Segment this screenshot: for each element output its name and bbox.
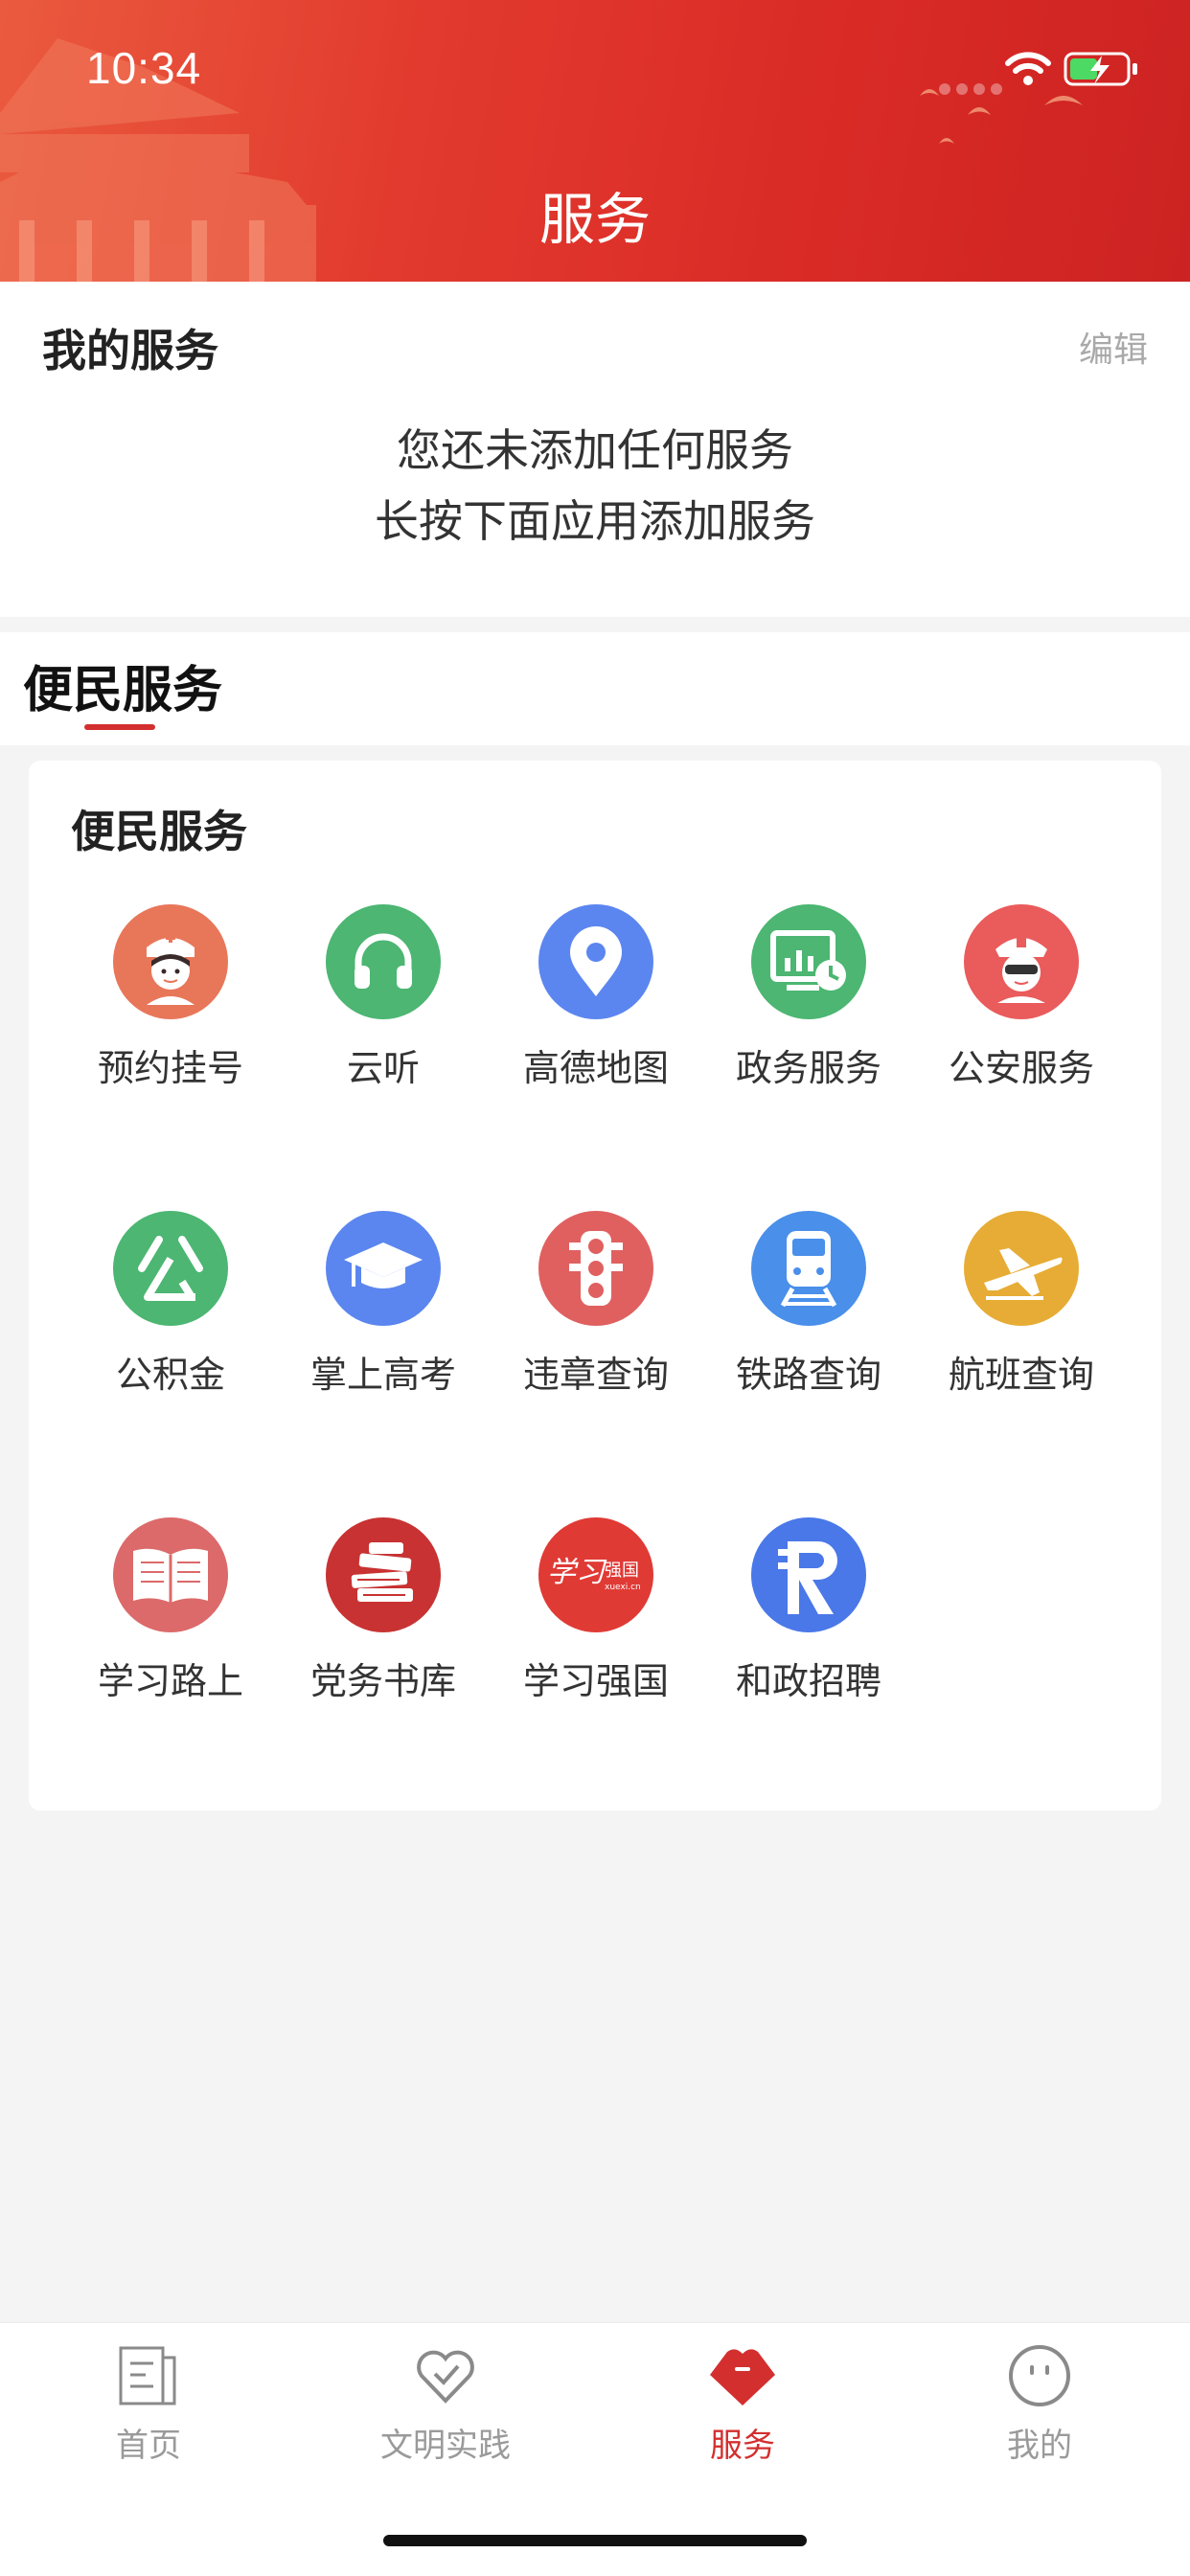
traffic-light-icon [538,1211,653,1326]
status-time: 10:34 [86,43,202,93]
airplane-icon [964,1211,1079,1326]
police-icon [964,904,1079,1019]
tab-civilization-practice[interactable]: 文明实践 [297,2338,594,2466]
nurse-icon [113,904,228,1019]
service-party-library-button[interactable]: 党务书库 [277,1517,490,1704]
empty-state-line2: 长按下面应用添加服务 [375,495,815,547]
service-label: 和政招聘 [735,1660,881,1702]
page-dots-indicator [939,80,1008,99]
my-services-panel: 我的服务 编辑 您还未添加任何服务 长按下面应用添加服务 [0,282,1190,617]
service-government-button[interactable]: 政务服务 [702,904,915,1091]
svg-text:强国: 强国 [605,1561,639,1581]
section-tab-bar: 便民服务 [0,632,1190,745]
card-title: 便民服务 [71,806,247,857]
services-card: 便民服务 预约挂号 云听 高德地图 政务服务 公安服务 公积金 掌上高考 违章查… [29,761,1161,1811]
service-label: 公安服务 [948,1047,1094,1089]
book-stack-icon [326,1517,441,1632]
service-appointment-button[interactable]: 预约挂号 [64,904,277,1091]
edit-button[interactable]: 编辑 [1079,322,1148,372]
service-label: 预约挂号 [97,1047,243,1089]
tab-label: 服务 [710,2427,775,2465]
tab-convenience-services[interactable]: 便民服务 [23,650,222,721]
service-housing-fund-button[interactable]: 公积金 [64,1211,277,1398]
service-heart-icon [594,2338,891,2413]
train-icon [751,1211,866,1326]
service-label: 航班查询 [948,1354,1094,1396]
tab-mine[interactable]: 我的 [891,2338,1188,2466]
service-railway-button[interactable]: 铁路查询 [702,1211,915,1398]
page-title: 服务 [538,187,651,252]
map-pin-icon [538,904,653,1019]
svg-text:xuexi.cn: xuexi.cn [605,1583,641,1592]
xuexi-logo-icon: 学习 强国 xuexi.cn [538,1517,653,1632]
service-label: 学习路上 [97,1660,243,1702]
service-traffic-violation-button[interactable]: 违章查询 [490,1211,702,1398]
heart-check-icon [297,2338,594,2413]
headphones-icon [326,904,441,1019]
empty-state-line1: 您还未添加任何服务 [397,424,793,476]
monitor-clock-icon [751,904,866,1019]
my-services-title: 我的服务 [42,325,218,376]
service-label: 党务书库 [309,1660,456,1702]
tab-label: 首页 [116,2427,181,2465]
wifi-icon [1005,52,1051,85]
service-gaokao-button[interactable]: 掌上高考 [277,1211,490,1398]
fund-icon [113,1211,228,1326]
tab-active-indicator [84,724,155,730]
battery-charging-icon [1064,52,1137,86]
service-label: 高德地图 [522,1047,669,1089]
svg-text:学习: 学习 [547,1556,607,1589]
service-study-road-button[interactable]: 学习路上 [64,1517,277,1704]
service-label: 公积金 [115,1354,225,1396]
service-label: 云听 [346,1047,420,1089]
service-label: 违章查询 [522,1354,669,1396]
service-recruitment-button[interactable]: 和政招聘 [702,1517,915,1704]
tab-label: 文明实践 [380,2427,511,2465]
service-xuexi-button[interactable]: 学习 强国 xuexi.cn 学习强国 [490,1517,702,1704]
service-map-button[interactable]: 高德地图 [490,904,702,1091]
tab-home[interactable]: 首页 [0,2338,297,2466]
r-logo-icon [751,1517,866,1632]
graduation-cap-icon [326,1211,441,1326]
service-label: 学习强国 [522,1660,669,1702]
service-radio-button[interactable]: 云听 [277,904,490,1091]
tab-services[interactable]: 服务 [594,2338,891,2466]
home-doc-icon [0,2338,297,2413]
home-indicator [383,2535,807,2546]
open-book-icon [113,1517,228,1632]
service-label: 掌上高考 [309,1354,456,1396]
service-flight-button[interactable]: 航班查询 [915,1211,1128,1398]
app-header: 10:34 服务 [0,0,1190,282]
tab-label: 我的 [1007,2427,1072,2465]
service-label: 政务服务 [735,1047,881,1089]
smiley-icon [891,2338,1188,2413]
service-label: 铁路查询 [735,1354,881,1396]
service-police-button[interactable]: 公安服务 [915,904,1128,1091]
